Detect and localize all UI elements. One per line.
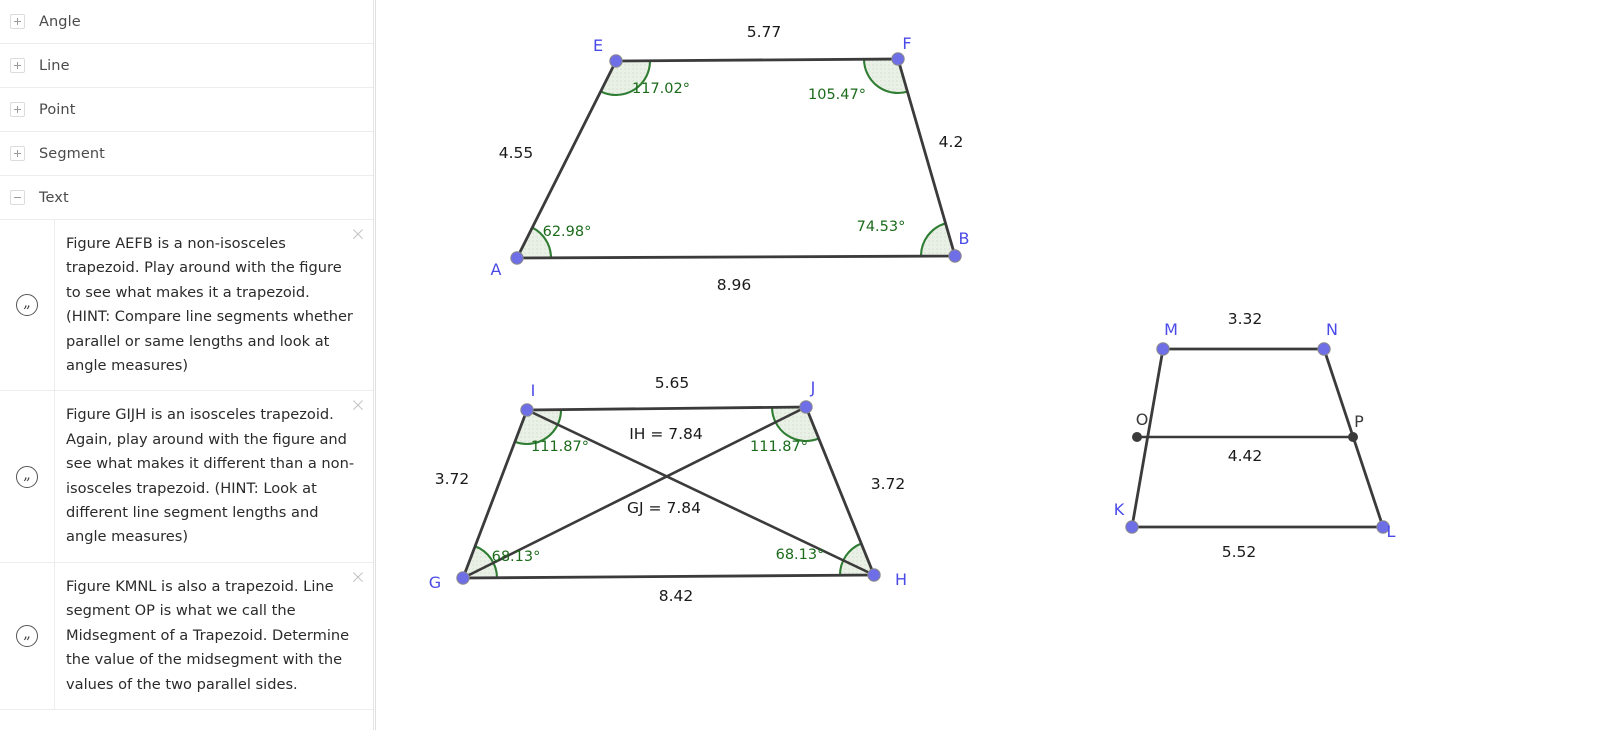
text-quote-icon: „ [16, 624, 38, 647]
vertex-point-E[interactable] [609, 54, 623, 68]
angle-measure-label: 68.13° [776, 547, 825, 563]
vertex-point-M[interactable] [1156, 342, 1170, 356]
text-object-gutter: „ [0, 562, 55, 709]
tree-item-label: Text [39, 189, 69, 206]
side-length-label: 3.72 [871, 475, 906, 493]
tree-item-angle[interactable]: Angle [0, 0, 373, 44]
text-object-gutter: „ [0, 391, 55, 562]
diagonal-length-label: GJ = 7.84 [627, 499, 701, 517]
tree-item-segment[interactable]: Segment [0, 132, 373, 176]
text-quote-icon: „ [16, 294, 38, 317]
tree-item-label: Point [39, 101, 76, 118]
close-icon[interactable]: × [349, 396, 367, 415]
vertex-point-N[interactable] [1317, 342, 1331, 356]
side-length-label: 5.77 [747, 23, 782, 41]
text-object-gutter: „ [0, 220, 55, 391]
vertex-label-N: N [1326, 320, 1338, 339]
tree-item-label: Line [39, 57, 70, 74]
side-length-label: 3.32 [1228, 310, 1263, 328]
vertex-point-A[interactable] [510, 251, 524, 265]
tree-item-line[interactable]: Line [0, 44, 373, 88]
tree-item-text[interactable]: Text [0, 176, 373, 220]
vertex-label-L: L [1387, 522, 1396, 541]
angle-measure-label: 105.47° [808, 87, 866, 103]
text-object-content: Figure AEFB is a non-isosceles trapezoid… [66, 235, 353, 375]
plus-icon[interactable] [10, 102, 25, 117]
plus-icon[interactable] [10, 146, 25, 161]
vertex-label-P: P [1354, 412, 1364, 431]
vertex-label-B: B [959, 229, 970, 248]
diagonal-length-label: IH = 7.84 [629, 425, 703, 443]
vertex-label-I: I [531, 381, 536, 400]
plus-icon[interactable] [10, 58, 25, 73]
vertex-point-K[interactable] [1125, 520, 1139, 534]
side-length-label: 4.55 [499, 144, 534, 162]
text-object-row[interactable]: „ Figure KMNL is also a trapezoid. Line … [0, 562, 373, 710]
vertex-label-O: O [1136, 410, 1149, 429]
side-length-label: 4.2 [939, 133, 964, 151]
text-quote-icon: „ [16, 465, 38, 488]
vertex-point-F[interactable] [891, 52, 905, 66]
vertex-point-O[interactable] [1132, 432, 1142, 442]
side-length-label: 3.72 [435, 470, 470, 488]
angle-measure-label: 117.02° [632, 81, 690, 97]
figure-AEFB: A E F B 4.55 5.77 4.2 8.96 62.98° 117.02° 105.47° 7… [491, 23, 970, 294]
side-length-label: 5.52 [1222, 543, 1257, 561]
vertex-point-H[interactable] [867, 568, 881, 582]
algebra-sidebar: Angle Line Point Segment Text „ Figure A… [0, 0, 374, 730]
vertex-point-P[interactable] [1348, 432, 1358, 442]
angle-measure-label: 62.98° [543, 224, 592, 240]
figure-KMNL: K M N L O P 3.32 4.42 5.52 [1114, 310, 1396, 561]
side-length-label: 8.96 [717, 276, 752, 294]
close-icon[interactable]: × [349, 567, 367, 587]
angle-measure-label: 74.53° [857, 219, 906, 235]
angle-measure-label: 111.87° [531, 439, 589, 455]
vertex-label-M: M [1164, 320, 1178, 339]
vertex-label-A: A [491, 260, 502, 279]
vertex-label-J: J [810, 378, 816, 397]
plus-icon[interactable] [10, 14, 25, 29]
side-length-label: 8.42 [659, 587, 694, 605]
vertex-label-F: F [902, 34, 911, 53]
vertex-point-B[interactable] [948, 249, 962, 263]
tree-item-label: Segment [39, 145, 105, 162]
close-icon[interactable]: × [349, 225, 367, 244]
side-length-label: 5.65 [655, 374, 690, 392]
vertex-label-G: G [429, 573, 441, 592]
angle-measure-label: 111.87° [750, 439, 808, 455]
tree-item-point[interactable]: Point [0, 88, 373, 132]
minus-icon[interactable] [10, 190, 25, 205]
angle-measure-label: 68.13° [492, 549, 541, 565]
vertex-label-H: H [895, 570, 907, 589]
text-object-row[interactable]: „ Figure GIJH is an isosceles trapezoid.… [0, 391, 373, 563]
tree-item-label: Angle [39, 13, 81, 30]
vertex-label-E: E [593, 36, 603, 55]
geogebra-app: Angle Line Point Segment Text „ Figure A… [0, 0, 1600, 730]
text-object-row[interactable]: „ Figure AEFB is a non-isosceles trapezo… [0, 220, 373, 392]
text-object-content: Figure GIJH is an isosceles trapezoid. A… [66, 406, 355, 546]
vertex-point-G[interactable] [456, 571, 470, 585]
geometry-drawing: A E F B 4.55 5.77 4.2 8.96 62.98° 117.02° 105.47° 7… [429, 23, 1396, 605]
vertex-point-J[interactable] [799, 400, 813, 414]
figure-GIJH: G I J H 3.72 5.65 3.72 8.42 68.13° 111.87° 111.87°… [429, 374, 907, 605]
vertex-label-K: K [1114, 500, 1125, 519]
graphics-canvas[interactable]: A E F B 4.55 5.77 4.2 8.96 62.98° 117.02° 105.47° 7… [376, 0, 1600, 730]
side-length-label: 4.42 [1228, 447, 1263, 465]
vertex-point-I[interactable] [520, 403, 534, 417]
text-object-content: Figure KMNL is also a trapezoid. Line se… [66, 577, 350, 693]
